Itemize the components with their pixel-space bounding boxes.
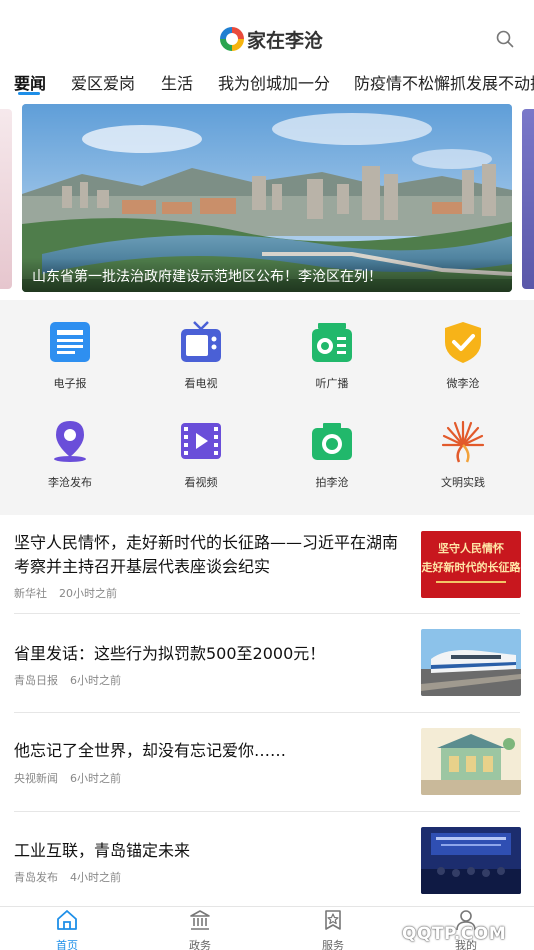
nav-home[interactable]: 首页 [37, 909, 97, 950]
logo-mark-icon [220, 27, 244, 51]
app-title: 家在李沧 [247, 29, 324, 52]
service-label: 微李沧 [446, 377, 480, 390]
service-licangfabu[interactable]: 李沧发布 [20, 419, 120, 490]
news-title[interactable]: 他忘记了全世界，却没有忘记爱你…… [14, 739, 410, 763]
news-source: 新华社 [14, 587, 47, 600]
nav-government[interactable]: 政务 [170, 909, 230, 950]
news-thumbnail[interactable] [421, 728, 521, 795]
news-source: 青岛发布 [14, 871, 58, 884]
news-time: 6小时之前 [70, 772, 121, 785]
video-icon [181, 423, 221, 459]
service-label: 看电视 [184, 377, 218, 390]
active-tab-indicator [18, 92, 40, 95]
news-thumbnail[interactable] [421, 827, 521, 894]
government-icon [190, 910, 210, 930]
shield-check-icon [445, 322, 481, 363]
news-time: 20小时之前 [59, 587, 117, 600]
watermark: QQTP.COM [402, 924, 507, 944]
radio-icon [312, 323, 352, 362]
service-label: 文明实践 [441, 476, 485, 489]
prev-banner-peek[interactable] [0, 109, 12, 289]
news-meta: 青岛发布 4小时之前 [14, 869, 121, 885]
service-grid: 电子报 看电视 听广播 微李沧 李沧发布 看视频 拍李沧 文明实践 [0, 300, 534, 515]
news-source: 青岛日报 [14, 674, 58, 687]
service-tingguangbo[interactable]: 听广播 [282, 320, 382, 391]
news-title[interactable]: 坚守人民情怀，走好新时代的长征路——习近平在湖南考察并主持召开基层代表座谈会纪实 [14, 531, 410, 579]
nav-label: 首页 [56, 939, 78, 950]
app-logo: 家在李沧 [220, 26, 323, 52]
service-wenmingshijian[interactable]: 文明实践 [413, 419, 513, 490]
news-meta: 青岛日报 6小时之前 [14, 672, 121, 688]
service-kanshipin[interactable]: 看视频 [151, 419, 251, 490]
tab-aiqu-aigang[interactable]: 爱区爱岗 [71, 70, 135, 94]
news-item-3[interactable]: 他忘记了全世界，却没有忘记爱你…… 央视新闻 6小时之前 [0, 713, 534, 812]
service-label: 李沧发布 [48, 476, 92, 489]
service-dianzibao[interactable]: 电子报 [20, 320, 120, 391]
nav-services[interactable]: 服务 [303, 909, 363, 950]
service-label: 电子报 [53, 377, 87, 390]
location-pin-icon [54, 421, 86, 462]
news-time: 6小时之前 [70, 674, 121, 687]
banner-caption: 山东省第一批法治政府建设示范地区公布！李沧区在列！ [22, 258, 512, 292]
camera-icon [312, 423, 352, 460]
news-thumbnail[interactable]: 坚守人民情怀 走好新时代的长征路 [421, 531, 521, 598]
service-pailicang[interactable]: 拍李沧 [282, 419, 382, 490]
tv-icon [181, 321, 221, 362]
service-label: 拍李沧 [315, 476, 349, 489]
tab-fangyiqing[interactable]: 防疫情不松懈抓发展不动摇 [354, 70, 534, 94]
home-icon [57, 910, 77, 930]
service-label: 听广播 [315, 377, 349, 390]
news-item-4[interactable]: 工业互联，青岛锚定未来 青岛发布 4小时之前 [0, 812, 534, 911]
news-title[interactable]: 省里发话：这些行为拟罚款500至2000元！ [14, 642, 410, 666]
star-bookmark-icon [325, 910, 341, 930]
banner-carousel[interactable]: 山东省第一批法治政府建设示范地区公布！李沧区在列！ [0, 104, 534, 292]
app-header: 家在李沧 [0, 0, 534, 62]
thumb-headline-2: 走好新时代的长征路 [421, 561, 521, 574]
service-label: 看视频 [184, 476, 218, 489]
news-thumbnail[interactable] [421, 629, 521, 696]
thumb-rule [436, 581, 506, 583]
news-item-2[interactable]: 省里发话：这些行为拟罚款500至2000元！ 青岛日报 6小时之前 [0, 614, 534, 713]
news-source: 央视新闻 [14, 772, 58, 785]
tab-chuangcheng[interactable]: 我为创城加一分 [218, 70, 330, 94]
search-icon[interactable] [496, 30, 514, 48]
thumb-headline-1: 坚守人民情怀 [438, 542, 504, 555]
news-time: 4小时之前 [70, 871, 121, 884]
train-image [421, 629, 521, 696]
next-banner-peek[interactable] [522, 109, 534, 289]
nav-label: 政务 [189, 939, 211, 950]
illustration-image [421, 728, 521, 795]
news-meta: 央视新闻 6小时之前 [14, 770, 121, 786]
conference-image [421, 827, 521, 894]
tab-shenghuo[interactable]: 生活 [161, 70, 193, 94]
banner-slide[interactable]: 山东省第一批法治政府建设示范地区公布！李沧区在列！ [22, 104, 512, 292]
newspaper-icon [50, 322, 90, 362]
news-title[interactable]: 工业互联，青岛锚定未来 [14, 839, 410, 863]
service-kandianshi[interactable]: 看电视 [151, 320, 251, 391]
news-meta: 新华社 20小时之前 [14, 585, 117, 601]
news-item-1[interactable]: 坚守人民情怀，走好新时代的长征路——习近平在湖南考察并主持召开基层代表座谈会纪实… [0, 515, 534, 614]
civilization-logo-icon [441, 420, 485, 463]
nav-label: 服务 [322, 939, 344, 950]
service-weilicang[interactable]: 微李沧 [413, 320, 513, 391]
category-tabs: 要闻 爱区爱岗 生活 我为创城加一分 防疫情不松懈抓发展不动摇 [0, 62, 534, 102]
tab-yaowen[interactable]: 要闻 [14, 70, 46, 94]
